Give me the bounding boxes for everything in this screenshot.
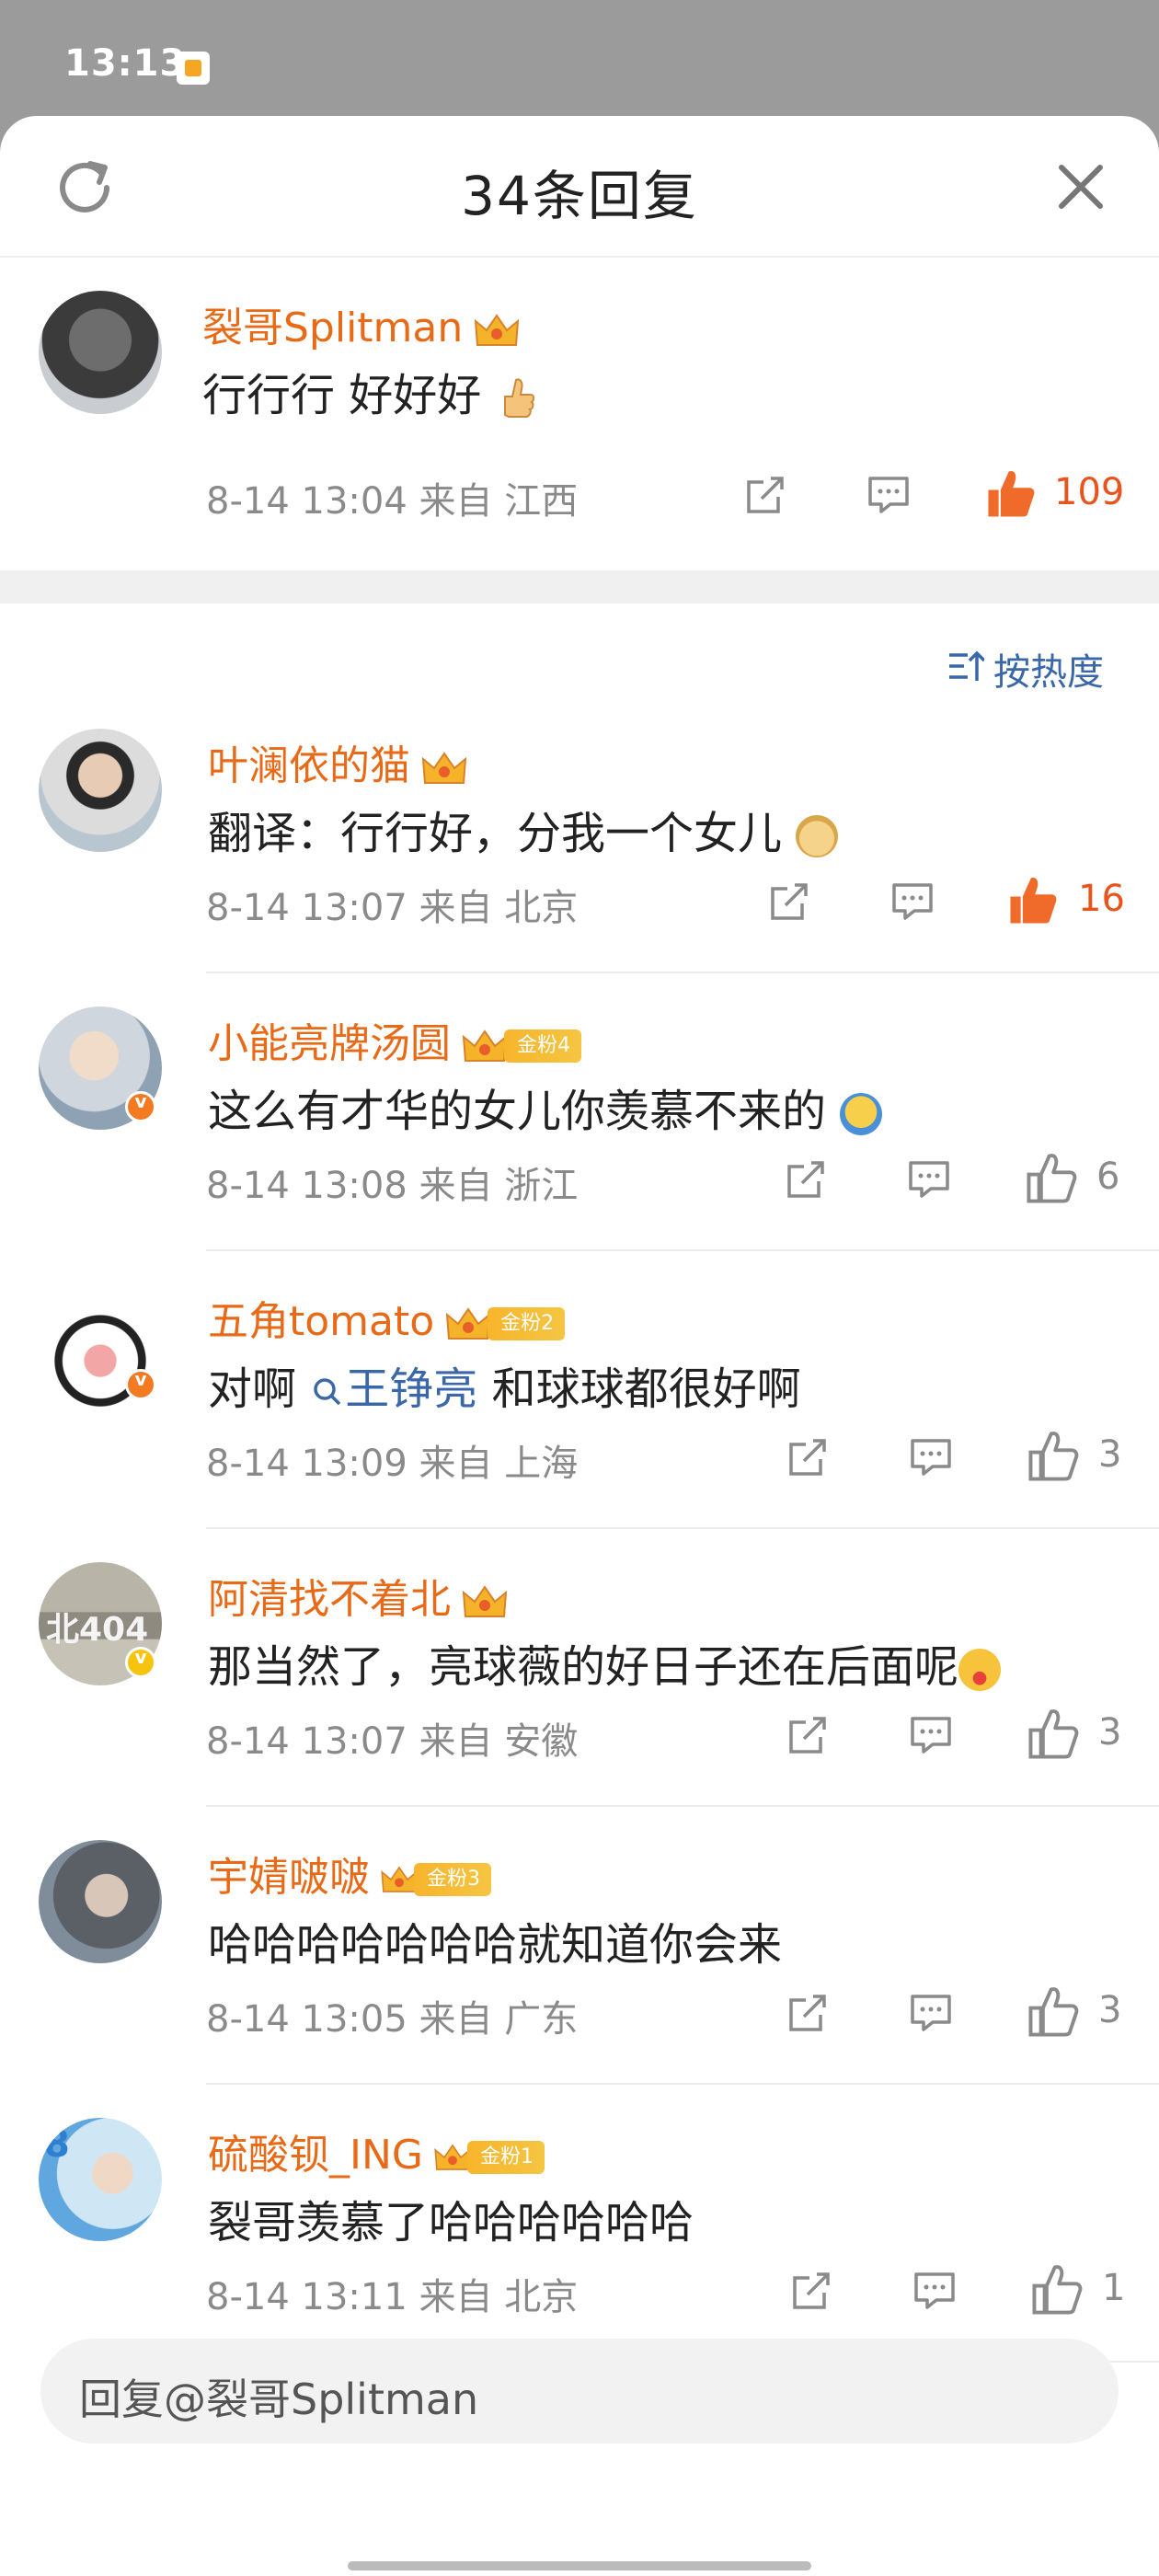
reply-item: 叶澜依的猫 翻译：行行好，分我一个女儿 8-14 13:07 来自 北京 16 xyxy=(0,696,1159,973)
comment-meta: 8-14 13:08 来自 浙江 xyxy=(206,1165,579,1207)
close-icon[interactable] xyxy=(1054,160,1107,213)
thumbs-up-emoji-icon xyxy=(503,378,534,418)
username[interactable]: 硫酸钡_ING 金粉1 xyxy=(208,2122,545,2180)
comment-meta: 8-14 13:07 来自 安徽 xyxy=(206,1720,579,1763)
share-icon[interactable] xyxy=(784,1989,832,2037)
comment-text: 翻译：行行好，分我一个女儿 xyxy=(208,797,839,861)
crown-icon xyxy=(462,1029,508,1062)
avatar-text-art: 8 xyxy=(44,2123,70,2166)
sheet-header: 34条回复 xyxy=(0,116,1159,258)
comment-icon[interactable] xyxy=(907,1711,955,1759)
fan-badge: 金粉4 xyxy=(504,1029,581,1063)
comment-text: 行行行 好好好 xyxy=(202,359,538,423)
like-icon[interactable] xyxy=(984,467,1038,521)
comment-meta: 8-14 13:11 来自 北京 xyxy=(206,2276,579,2318)
comment-icon[interactable] xyxy=(911,2267,958,2315)
comment-text: 这么有才华的女儿你羡慕不来的 xyxy=(208,1075,883,1139)
doge-emoji-icon xyxy=(796,815,839,857)
reply-item: 宇婧啵啵 金粉3 哈哈哈哈哈哈哈就知道你会来 8-14 13:05 来自 广东 3 xyxy=(0,1807,1159,2085)
sheet-title: 34条回复 xyxy=(461,165,698,227)
reply-input[interactable]: 回复@裂哥Splitman xyxy=(40,2339,1119,2444)
comment-meta: 8-14 13:09 来自 上海 xyxy=(206,1443,579,1485)
crown-icon xyxy=(421,752,467,784)
share-icon[interactable] xyxy=(741,471,789,519)
like-count: 1 xyxy=(1102,2267,1126,2309)
like-count: 16 xyxy=(1078,878,1125,920)
comment-meta: 8-14 13:07 来自 北京 xyxy=(206,887,579,929)
like-count: 3 xyxy=(1098,1711,1122,1754)
comment-meta: 8-14 13:05 来自 广东 xyxy=(206,1998,579,2041)
avatar[interactable]: 8 xyxy=(39,2118,162,2241)
main-comment: 裂哥Splitman 行行行 好好好 8-14 13:04 来自 江西 109 xyxy=(0,258,1159,570)
verified-badge-icon xyxy=(125,1368,156,1400)
avatar[interactable] xyxy=(39,729,162,852)
tongue-emoji-icon xyxy=(958,1649,1002,1691)
avatar[interactable] xyxy=(39,1840,162,1963)
comment-icon[interactable] xyxy=(907,1989,955,2037)
share-icon[interactable] xyxy=(765,878,813,926)
username[interactable]: 五角tomato 金粉2 xyxy=(208,1288,566,1347)
reply-item: 五角tomato金粉2 对啊 王铮亮 和球球都很好啊 8-14 13:09 来自… xyxy=(0,1251,1159,1529)
like-count: 3 xyxy=(1098,1433,1122,1476)
like-count: 109 xyxy=(1054,471,1125,513)
crown-icon xyxy=(462,1585,508,1617)
comment-text: 裂哥羡慕了哈哈哈哈哈哈 xyxy=(208,2197,694,2248)
share-icon[interactable] xyxy=(784,1711,832,1759)
username[interactable]: 宇婧啵啵 金粉3 xyxy=(208,1844,491,1903)
shrug-emoji-icon xyxy=(840,1093,883,1135)
share-icon[interactable] xyxy=(782,1156,830,1203)
reply-item: 北404 阿清找不着北 那当然了，亮球薇的好日子还在后面呢 8-14 13:07… xyxy=(0,1529,1159,1807)
like-icon[interactable] xyxy=(1027,1708,1080,1761)
verified-badge-icon xyxy=(125,1090,156,1122)
username[interactable]: 叶澜依的猫 xyxy=(208,732,469,791)
comment-icon[interactable] xyxy=(907,1433,955,1481)
like-icon[interactable] xyxy=(1025,1152,1078,1205)
verified-badge-icon xyxy=(125,1646,156,1678)
sort-by-hot-button[interactable]: 按热度 xyxy=(993,642,1104,696)
comment-icon[interactable] xyxy=(905,1156,953,1203)
username[interactable]: 小能亮牌汤圆 金粉4 xyxy=(208,1010,581,1069)
crown-icon xyxy=(475,314,520,346)
sort-icon[interactable] xyxy=(947,648,984,684)
like-icon[interactable] xyxy=(1027,1430,1080,1483)
like-count: 6 xyxy=(1096,1156,1120,1198)
avatar[interactable] xyxy=(39,291,162,414)
notification-app-icon xyxy=(177,52,210,85)
reply-placeholder: 回复@裂哥Splitman xyxy=(79,2375,479,2424)
home-indicator[interactable] xyxy=(348,2561,811,2570)
like-icon[interactable] xyxy=(1030,2263,1084,2317)
mention-link[interactable]: 王铮亮 xyxy=(310,1363,477,1415)
fan-badge: 金粉3 xyxy=(414,1863,491,1896)
like-count: 3 xyxy=(1098,1989,1122,2031)
comment-text: 对啊 王铮亮 和球球都很好啊 xyxy=(208,1363,801,1415)
comment-text: 那当然了，亮球薇的好日子还在后面呢 xyxy=(208,1630,1002,1695)
username[interactable]: 阿清找不着北 xyxy=(208,1566,510,1625)
share-icon[interactable] xyxy=(787,2267,835,2315)
comment-text: 哈哈哈哈哈哈哈就知道你会来 xyxy=(208,1919,783,1971)
like-icon[interactable] xyxy=(1006,874,1060,927)
like-icon[interactable] xyxy=(1027,1985,1080,2039)
status-time: 13:13 xyxy=(64,42,187,85)
comment-icon[interactable] xyxy=(889,878,936,926)
sort-bar: 按热度 xyxy=(0,604,1159,696)
comment-meta: 8-14 13:04 来自 江西 xyxy=(206,480,579,523)
fan-badge: 金粉2 xyxy=(488,1307,566,1340)
crown-icon xyxy=(445,1307,491,1340)
avatar-text-art: 北404 xyxy=(46,1611,149,1649)
replies-sheet: 34条回复 裂哥Splitman 行行行 好好好 8-14 13:04 来自 江… xyxy=(0,116,1159,2576)
reply-item: 小能亮牌汤圆金粉4 这么有才华的女儿你羡慕不来的 8-14 13:08 来自 浙… xyxy=(0,973,1159,1251)
search-icon xyxy=(314,1378,341,1406)
comment-icon[interactable] xyxy=(865,471,912,519)
status-bar: 13:13 xyxy=(0,0,1159,129)
section-divider xyxy=(0,570,1159,604)
username[interactable]: 裂哥Splitman xyxy=(202,294,522,353)
reply-item: 8 硫酸钡_ING 金粉1 裂哥羡慕了哈哈哈哈哈哈 8-14 13:11 来自 北… xyxy=(0,2085,1159,2363)
fan-badge: 金粉1 xyxy=(467,2141,545,2174)
share-icon[interactable] xyxy=(784,1433,832,1481)
